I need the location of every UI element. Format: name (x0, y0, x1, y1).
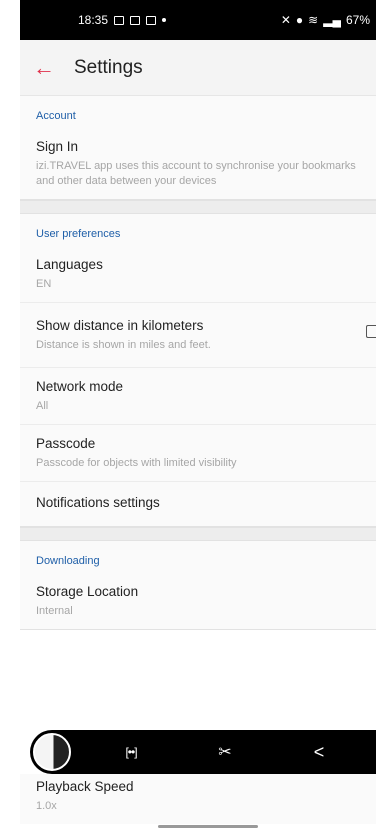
section-divider (20, 200, 376, 214)
languages-item[interactable]: Languages EN (20, 246, 376, 303)
distance-title: Show distance in kilometers (36, 318, 204, 333)
screenshot-notification-icon (146, 15, 157, 25)
section-header-user-preferences: User preferences (36, 228, 121, 240)
mute-icon: ✕ (280, 13, 291, 27)
screenshot-thumbnail[interactable] (33, 733, 71, 771)
sign-in-title: Sign In (36, 139, 79, 154)
signal-icon: ▂▄ (323, 13, 341, 27)
app-bar: ← Settings (20, 40, 376, 96)
storage-location-item[interactable]: Storage Location Internal (20, 573, 376, 629)
storage-location-title: Storage Location (36, 584, 139, 599)
wifi-icon: ≋ (308, 13, 319, 27)
status-bar: 18:35 ✕ ● ≋ ▂▄ 67% (20, 0, 376, 40)
back-button[interactable]: ← (22, 40, 66, 96)
playback-speed-title: Playback Speed (36, 779, 134, 794)
account-section: Account Sign In izi.TRAVEL app uses this… (20, 96, 376, 200)
share-icon[interactable]: < (301, 734, 337, 770)
gallery-notification-icon (114, 15, 125, 25)
screenshot-toolbar: [••] ✂ < (30, 730, 376, 774)
storage-location-value: Internal (36, 605, 73, 617)
crop-edit-icon[interactable]: ✂ (207, 734, 243, 770)
notifications-title: Notifications settings (36, 495, 160, 510)
playback-speed-item[interactable]: Playback Speed 1.0x (20, 774, 376, 824)
status-time: 18:35 (78, 13, 109, 27)
network-mode-value: All (36, 400, 49, 412)
distance-checkbox[interactable] (366, 325, 376, 338)
section-header-downloading: Downloading (36, 555, 100, 567)
battery-level: 67% (345, 13, 370, 27)
section-header-account: Account (36, 110, 76, 122)
downloading-section: Downloading Storage Location Internal (20, 541, 376, 630)
settings-list: Account Sign In izi.TRAVEL app uses this… (20, 96, 376, 630)
sign-in-item[interactable]: Sign In izi.TRAVEL app uses this account… (20, 128, 376, 199)
distance-subtitle: Distance is shown in miles and feet. (36, 339, 211, 351)
playback-speed-value: 1.0x (36, 800, 57, 812)
qr-notification-icon (130, 15, 141, 25)
passcode-item[interactable]: Passcode Passcode for objects with limit… (20, 425, 376, 482)
network-mode-title: Network mode (36, 379, 124, 394)
navigation-handle[interactable] (158, 825, 258, 828)
passcode-subtitle: Passcode for objects with limited visibi… (36, 457, 237, 469)
distance-item[interactable]: Show distance in kilometers Distance is … (20, 303, 376, 368)
languages-value: EN (36, 278, 52, 290)
location-icon: ● (295, 13, 304, 27)
passcode-title: Passcode (36, 436, 96, 451)
user-preferences-section: User preferences Languages EN Show dista… (20, 214, 376, 527)
section-divider (20, 527, 376, 541)
page-title: Settings (74, 56, 143, 78)
languages-title: Languages (36, 257, 103, 272)
sign-in-subtitle: izi.TRAVEL app uses this account to sync… (36, 160, 356, 187)
scan-text-icon[interactable]: [••] (113, 734, 149, 770)
arrow-left-icon: ← (33, 54, 55, 80)
network-mode-item[interactable]: Network mode All (20, 368, 376, 425)
more-notifications-icon (162, 18, 167, 22)
notifications-item[interactable]: Notifications settings (20, 482, 376, 526)
